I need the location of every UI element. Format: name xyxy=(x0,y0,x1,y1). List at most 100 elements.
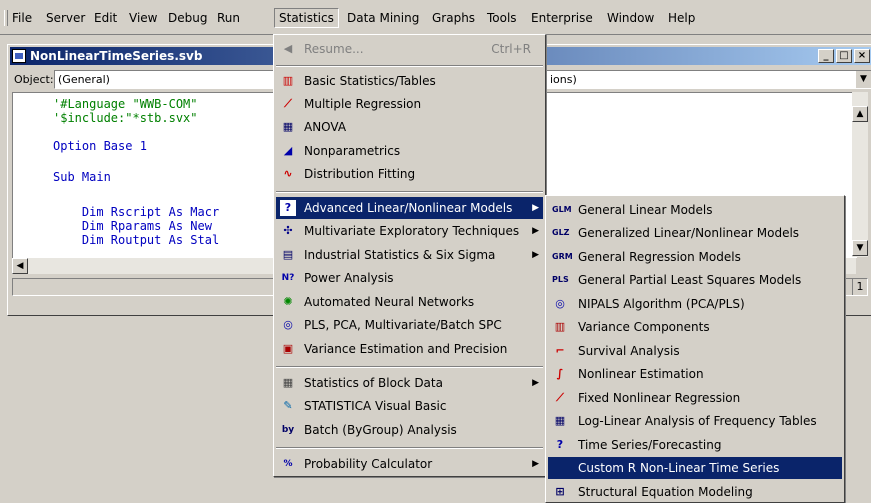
submenu-item-sem[interactable]: ⊞ Structural Equation Modeling xyxy=(548,481,842,503)
basic-stats-icon: ▥ xyxy=(282,74,294,87)
submenu-arrow-icon: ▶ xyxy=(532,203,539,213)
scroll-up-button[interactable]: ▲ xyxy=(852,106,868,122)
menu-tools[interactable]: Tools xyxy=(483,9,521,27)
log-linear-icon: ▦ xyxy=(554,414,566,427)
menu-separator xyxy=(276,366,543,368)
menu-edit[interactable]: Edit xyxy=(90,9,121,27)
object-combo[interactable]: (General) xyxy=(54,70,284,89)
industrial-icon: ▤ xyxy=(282,248,294,261)
nonparametrics-icon: ◢ xyxy=(283,144,293,157)
menu-run[interactable]: Run xyxy=(213,9,244,27)
submenu-item-nonlinear-estimation[interactable]: ∫ Nonlinear Estimation xyxy=(548,363,842,385)
menu-separator xyxy=(276,447,543,449)
glz-icon: GLZ xyxy=(552,228,570,237)
menu-statistics[interactable]: Statistics xyxy=(274,8,339,28)
submenu-item-pls[interactable]: PLS General Partial Least Squares Models xyxy=(548,269,842,291)
power-icon: N? xyxy=(281,273,295,283)
grm-icon: GRM xyxy=(552,252,573,261)
chevron-down-icon[interactable]: ▼ xyxy=(855,71,871,88)
survival-icon: ⌐ xyxy=(555,344,565,357)
menu-file[interactable]: File xyxy=(8,9,36,27)
submenu-item-glz[interactable]: GLZ Generalized Linear/Nonlinear Models xyxy=(548,222,842,244)
glm-icon: GLM xyxy=(552,205,572,214)
submenu-item-variance-components[interactable]: ▥ Variance Components xyxy=(548,316,842,338)
menu-item-anova[interactable]: ▦ ANOVA xyxy=(276,116,543,138)
menu-item-svb[interactable]: ✎ STATISTICA Visual Basic xyxy=(276,395,543,417)
batch-icon: by xyxy=(281,425,295,435)
menu-item-distribution-fitting[interactable]: ∿ Distribution Fitting xyxy=(276,163,543,185)
menu-item-advanced-models[interactable]: ? Advanced Linear/Nonlinear Models ▶ xyxy=(276,197,543,219)
nipals-icon: ◎ xyxy=(555,297,565,310)
menu-separator xyxy=(276,191,543,193)
menu-item-power-analysis[interactable]: N? Power Analysis xyxy=(276,267,543,289)
menu-view[interactable]: View xyxy=(125,9,161,27)
time-series-icon: ? xyxy=(556,438,564,451)
close-button[interactable]: × xyxy=(854,49,870,63)
submenu-item-glm[interactable]: GLM General Linear Models xyxy=(548,199,842,221)
block-data-icon: ▦ xyxy=(282,376,294,389)
submenu-item-time-series[interactable]: ? Time Series/Forecasting xyxy=(548,434,842,456)
vertical-scrollbar[interactable]: ▲ ▼ xyxy=(852,92,868,257)
pls-pca-icon: ◎ xyxy=(283,318,293,331)
submenu-item-survival[interactable]: ⌐ Survival Analysis xyxy=(548,340,842,362)
menu-data-mining[interactable]: Data Mining xyxy=(343,9,423,27)
menu-help[interactable]: Help xyxy=(664,9,699,27)
menu-item-block-data[interactable]: ▦ Statistics of Block Data ▶ xyxy=(276,372,543,394)
object-value: (General) xyxy=(58,73,110,86)
line-number-pane: 1 xyxy=(852,279,867,295)
submenu-item-nipals[interactable]: ◎ NIPALS Algorithm (PCA/PLS) xyxy=(548,293,842,315)
neural-icon: ✺ xyxy=(283,295,293,308)
minimize-button[interactable]: _ xyxy=(818,49,834,63)
code-line: Option Base 1 xyxy=(53,139,147,153)
submenu-arrow-icon: ▶ xyxy=(532,226,539,236)
code-line: Dim Rscript As Macr xyxy=(53,205,220,219)
menu-item-basic-statistics[interactable]: ▥ Basic Statistics/Tables xyxy=(276,70,543,92)
object-label: Object: xyxy=(14,73,54,86)
submenu-item-grm[interactable]: GRM General Regression Models xyxy=(548,246,842,268)
menu-item-neural-networks[interactable]: ✺ Automated Neural Networks xyxy=(276,291,543,313)
menu-window[interactable]: Window xyxy=(603,9,658,27)
submenu-item-fixed-nonlinear[interactable]: ⟋ Fixed Nonlinear Regression xyxy=(548,387,842,409)
statistics-menu: ◀ Resume... Ctrl+R ▥ Basic Statistics/Ta… xyxy=(273,34,546,477)
menu-server[interactable]: Server xyxy=(42,9,89,27)
menu-item-resume[interactable]: ◀ Resume... Ctrl+R xyxy=(276,38,543,60)
menu-item-pls-pca[interactable]: ◎ PLS, PCA, Multivariate/Batch SPC xyxy=(276,314,543,336)
maximize-button[interactable]: □ xyxy=(836,49,852,63)
scroll-down-button[interactable]: ▼ xyxy=(852,240,868,256)
menu-enterprise[interactable]: Enterprise xyxy=(527,9,597,27)
window-title: NonLinearTimeSeries.svb xyxy=(30,49,203,63)
variance-components-icon: ▥ xyxy=(554,320,566,333)
menu-item-batch[interactable]: by Batch (ByGroup) Analysis xyxy=(276,419,543,441)
menu-item-industrial[interactable]: ▤ Industrial Statistics & Six Sigma ▶ xyxy=(276,244,543,266)
menu-item-variance-estimation[interactable]: ▣ Variance Estimation and Precision xyxy=(276,338,543,360)
code-line: Sub Main xyxy=(53,170,111,184)
menu-item-nonparametrics[interactable]: ◢ Nonparametrics xyxy=(276,140,543,162)
fixed-nonlinear-icon: ⟋ xyxy=(556,391,564,404)
nonlinear-estimation-icon: ∫ xyxy=(556,367,564,380)
menu-item-multivariate[interactable]: ✣ Multivariate Exploratory Techniques ▶ xyxy=(276,220,543,242)
menu-graphs[interactable]: Graphs xyxy=(428,9,479,27)
regression-icon: ⟋ xyxy=(284,97,292,110)
menu-item-multiple-regression[interactable]: ⟋ Multiple Regression xyxy=(276,93,543,115)
code-line: Dim Rparams As New xyxy=(53,219,212,233)
code-line: '#Language "WWB-COM" xyxy=(53,97,198,111)
svb-icon: ✎ xyxy=(283,399,293,412)
scroll-left-button[interactable]: ◀ xyxy=(12,258,28,274)
procedure-value: ions) xyxy=(550,73,577,86)
sem-icon: ⊞ xyxy=(555,485,565,498)
menu-debug[interactable]: Debug xyxy=(164,9,211,27)
multivariate-icon: ✣ xyxy=(283,224,293,237)
submenu-item-log-linear[interactable]: ▦ Log-Linear Analysis of Frequency Table… xyxy=(548,410,842,432)
code-line: '$include:"*stb.svx" xyxy=(53,111,198,125)
menu-separator xyxy=(276,65,543,67)
resume-icon: ◀ xyxy=(283,42,293,55)
probability-icon: % xyxy=(283,459,293,469)
submenu-item-custom-r[interactable]: Custom R Non-Linear Time Series xyxy=(548,457,842,479)
advanced-models-icon: ? xyxy=(280,200,296,216)
code-line: Dim Routput As Stal xyxy=(53,233,220,247)
submenu-arrow-icon: ▶ xyxy=(532,459,539,469)
submenu-arrow-icon: ▶ xyxy=(532,250,539,260)
menu-item-probability-calculator[interactable]: % Probability Calculator ▶ xyxy=(276,453,543,475)
procedure-combo[interactable]: ions) ▼ xyxy=(546,70,871,89)
svb-file-icon xyxy=(12,49,26,63)
